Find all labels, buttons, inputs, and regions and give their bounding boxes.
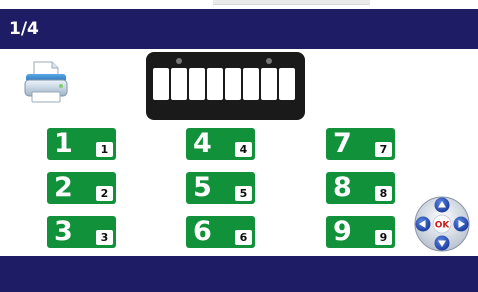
- plate-slot: [153, 68, 169, 100]
- key-6-button[interactable]: 6 6: [186, 216, 255, 248]
- dpad-icon[interactable]: OK: [414, 196, 470, 252]
- printer-icon[interactable]: [22, 56, 70, 104]
- key-3-button[interactable]: 3 3: [47, 216, 116, 248]
- header-bar: 1/4: [0, 9, 478, 49]
- key-1-button[interactable]: 1 1: [47, 128, 116, 160]
- key-subdigit: 1: [96, 142, 113, 157]
- plate-slot: [279, 68, 295, 100]
- key-digit: 3: [54, 216, 73, 247]
- key-digit: 8: [333, 172, 352, 203]
- key-subdigit: 8: [375, 186, 392, 201]
- page-indicator: 1/4: [9, 19, 39, 39]
- key-subdigit: 7: [375, 142, 392, 157]
- key-digit: 9: [333, 216, 352, 247]
- key-digit: 7: [333, 128, 352, 159]
- plate-slot: [243, 68, 259, 100]
- key-subdigit: 5: [235, 186, 252, 201]
- key-subdigit: 2: [96, 186, 113, 201]
- key-5-button[interactable]: 5 5: [186, 172, 255, 204]
- key-digit: 2: [54, 172, 73, 203]
- key-4-button[interactable]: 4 4: [186, 128, 255, 160]
- plate-slot: [225, 68, 241, 100]
- plate-screw: [176, 58, 182, 64]
- key-2-button[interactable]: 2 2: [47, 172, 116, 204]
- key-subdigit: 9: [375, 230, 392, 245]
- key-subdigit: 3: [96, 230, 113, 245]
- plate-slot: [171, 68, 187, 100]
- plate-slot: [207, 68, 223, 100]
- dpad-ok-label: OK: [435, 221, 451, 231]
- license-plate-icon: [146, 52, 305, 120]
- plate-screw: [266, 58, 272, 64]
- key-subdigit: 6: [235, 230, 252, 245]
- key-digit: 1: [54, 128, 73, 159]
- plate-slot: [189, 68, 205, 100]
- key-8-button[interactable]: 8 8: [326, 172, 395, 204]
- key-digit: 4: [193, 128, 212, 159]
- top-strip: [0, 0, 478, 9]
- key-7-button[interactable]: 7 7: [326, 128, 395, 160]
- key-digit: 6: [193, 216, 212, 247]
- key-digit: 5: [193, 172, 212, 203]
- footer-bar: [0, 256, 478, 292]
- top-tab: [213, 0, 370, 5]
- plate-slots: [153, 68, 295, 100]
- key-9-button[interactable]: 9 9: [326, 216, 395, 248]
- plate-slot: [261, 68, 277, 100]
- key-subdigit: 4: [235, 142, 252, 157]
